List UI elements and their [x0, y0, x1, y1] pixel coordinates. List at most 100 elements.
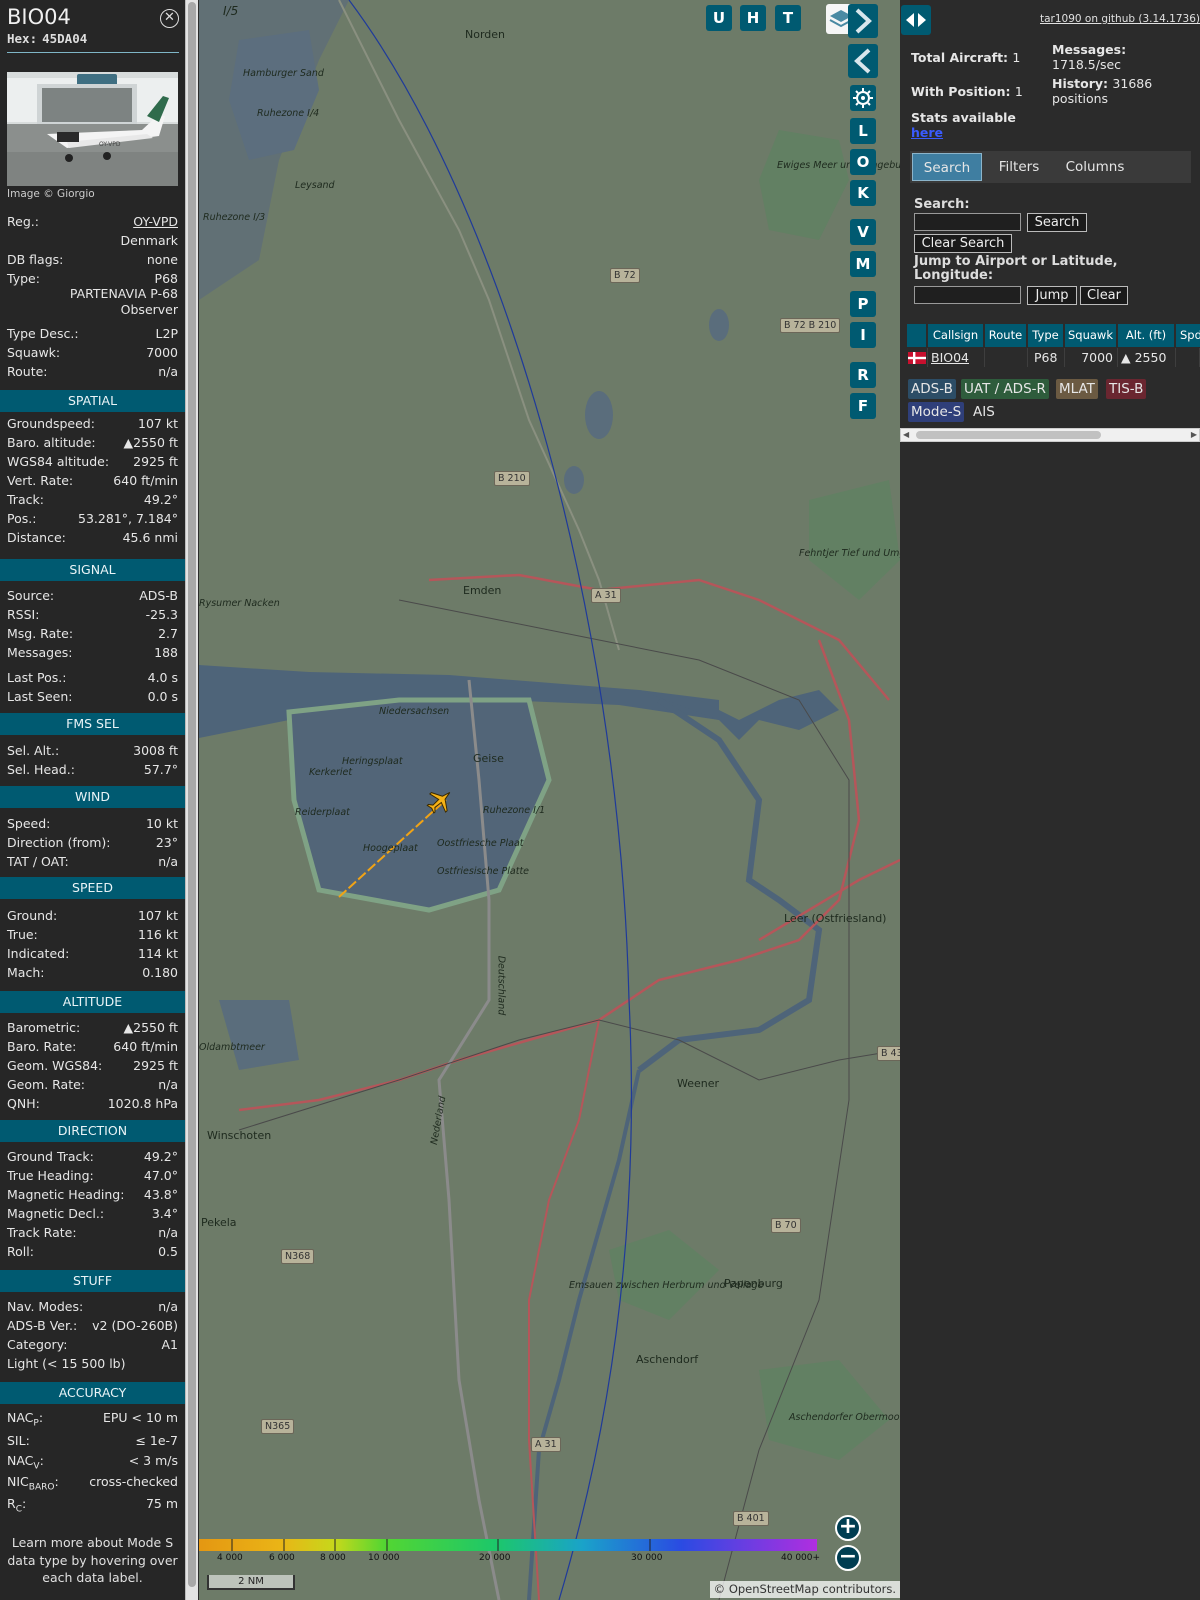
- chevron-right-icon[interactable]: [848, 4, 878, 38]
- scrollbar-thumb[interactable]: [188, 2, 196, 1587]
- map-label: Hamburger Sand: [243, 68, 324, 79]
- map-button-r[interactable]: R: [850, 362, 876, 388]
- plus-icon[interactable]: +: [835, 1515, 861, 1541]
- row-label: Ground Track:: [7, 1149, 94, 1164]
- row-label: True:: [7, 927, 38, 942]
- map-button-k[interactable]: K: [850, 180, 876, 206]
- stat-label: Messages:: [1052, 42, 1127, 57]
- legend-tick: 30 000: [631, 1553, 663, 1563]
- map-label: Aschendorf: [636, 1353, 699, 1366]
- row-value: 23°: [155, 835, 178, 850]
- airplane-icon[interactable]: [426, 787, 454, 815]
- tab-columns[interactable]: Columns: [1056, 153, 1134, 181]
- table-horizontal-scrollbar[interactable]: ◀ ▶: [900, 428, 1200, 442]
- row-label: RC:: [7, 1494, 26, 1520]
- info-row: Direction (from): 23°: [7, 833, 178, 852]
- info-row: Ground: 107 kt: [7, 906, 178, 925]
- road-shield: N368: [281, 1249, 315, 1264]
- infoblock-scrollbar[interactable]: [185, 0, 198, 1600]
- map-button-o[interactable]: O: [850, 149, 876, 175]
- info-row: Geom. Rate: n/a: [7, 1075, 178, 1094]
- col-flag: [907, 324, 927, 347]
- map-canvas: [199, 0, 900, 1600]
- scrollbar-thumb[interactable]: [916, 431, 1101, 439]
- map-button-p[interactable]: P: [850, 291, 876, 317]
- map-attribution[interactable]: © OpenStreetMap contributors.: [709, 1581, 900, 1598]
- map-button-v[interactable]: V: [850, 219, 876, 245]
- col-route[interactable]: Route: [985, 324, 1027, 347]
- row-label: Category:: [7, 1337, 68, 1352]
- svg-text:OY-VPD: OY-VPD: [99, 141, 121, 148]
- map-button-h[interactable]: H: [740, 5, 766, 31]
- row-value: n/a: [158, 1225, 178, 1240]
- jump-label-line: Longitude:: [914, 268, 994, 283]
- arrows-left-right-icon[interactable]: [901, 5, 931, 35]
- row-value: Denmark: [120, 233, 178, 248]
- row-value: n/a: [158, 1299, 178, 1314]
- row-label: NACP:: [7, 1408, 43, 1434]
- clear-button[interactable]: Clear: [1080, 286, 1128, 305]
- info-row: DB flags: none: [7, 250, 178, 269]
- row-value: 49.2°: [143, 492, 178, 507]
- info-row: Vert. Rate: 640 ft/min: [7, 471, 178, 490]
- tag-uat: UAT / ADS-R: [961, 379, 1049, 399]
- aircraft-sidebar: tar1090 on github (3.14.1736) Total Airc…: [900, 0, 1200, 1600]
- row-value: 7000: [146, 345, 178, 360]
- row-label: Msg. Rate:: [7, 626, 74, 641]
- map-button-u[interactable]: U: [706, 5, 732, 31]
- aircraft-photo[interactable]: OY-VPD: [7, 72, 178, 186]
- col-squawk[interactable]: Squawk: [1065, 324, 1117, 347]
- stats-link[interactable]: here: [911, 125, 1016, 140]
- clear-search-button[interactable]: Clear Search: [914, 234, 1012, 253]
- tab-search[interactable]: Search: [912, 153, 982, 181]
- info-row: SIL: ≤ 1e-7: [7, 1431, 178, 1450]
- github-link[interactable]: tar1090 on github (3.14.1736): [1040, 13, 1200, 25]
- search-input[interactable]: [914, 213, 1021, 231]
- map-label: Pekela: [201, 1216, 237, 1229]
- info-row: True: 116 kt: [7, 925, 178, 944]
- chevron-left-icon[interactable]: [848, 44, 878, 78]
- section-stuff: STUFF: [0, 1270, 185, 1292]
- col-callsign[interactable]: Callsign: [928, 324, 984, 347]
- col-speed[interactable]: Spd: [1176, 324, 1200, 347]
- info-row: Barometric: ▲2550 ft: [7, 1018, 178, 1037]
- map-button-i[interactable]: I: [850, 322, 876, 348]
- label-end: :: [54, 1474, 59, 1489]
- row-value: 640 ft/min: [113, 473, 178, 488]
- row-value: 0.0 s: [147, 689, 178, 704]
- map-button-l[interactable]: L: [850, 118, 876, 144]
- info-row: Light (< 15 500 lb): [7, 1354, 178, 1373]
- legend-tick: 8 000: [320, 1553, 346, 1563]
- jump-input[interactable]: [914, 286, 1021, 304]
- col-type[interactable]: Type: [1028, 324, 1064, 347]
- map-button-f[interactable]: F: [850, 393, 876, 419]
- jump-button[interactable]: Jump: [1027, 286, 1077, 305]
- table-row[interactable]: BIO04 P68 7000 ▲ 2550: [907, 348, 1200, 367]
- minus-icon[interactable]: −: [835, 1545, 861, 1571]
- gear-icon[interactable]: [850, 85, 876, 111]
- info-row: Sel. Alt.: 3008 ft: [7, 741, 178, 760]
- row-label: Magnetic Decl.:: [7, 1206, 105, 1221]
- map-button-t[interactable]: T: [775, 5, 801, 31]
- with-position-stat: With Position: 1: [911, 84, 1023, 99]
- section-speed: SPEED: [0, 877, 185, 899]
- map-button-m[interactable]: M: [850, 251, 876, 277]
- close-icon[interactable]: ✕: [160, 9, 179, 28]
- tab-filters[interactable]: Filters: [984, 153, 1054, 181]
- row-value: 107 kt: [138, 416, 178, 431]
- map-view[interactable]: Norden Emden Leer (Ostfriesland) Weener …: [199, 0, 900, 1600]
- scroll-right-arrow-icon[interactable]: ▶: [1191, 429, 1197, 441]
- section-direction: DIRECTION: [0, 1120, 185, 1142]
- search-button[interactable]: Search: [1027, 213, 1087, 232]
- info-row: NACP: EPU < 10 m: [7, 1408, 178, 1429]
- hex-label: Hex:: [7, 31, 38, 46]
- col-altitude[interactable]: Alt. (ft): [1118, 324, 1175, 347]
- messages-stat: Messages: 1718.5/sec: [1052, 42, 1192, 72]
- selected-hex: Hex: 45DA04: [7, 31, 87, 46]
- stat-value: 1: [1012, 50, 1021, 65]
- row-value[interactable]: OY-VPD: [133, 212, 178, 231]
- info-row: Source: ADS-B: [7, 586, 178, 605]
- row-callsign[interactable]: BIO04: [928, 348, 985, 367]
- scroll-left-arrow-icon[interactable]: ◀: [903, 429, 909, 441]
- info-row: NACV: < 3 m/s: [7, 1451, 178, 1472]
